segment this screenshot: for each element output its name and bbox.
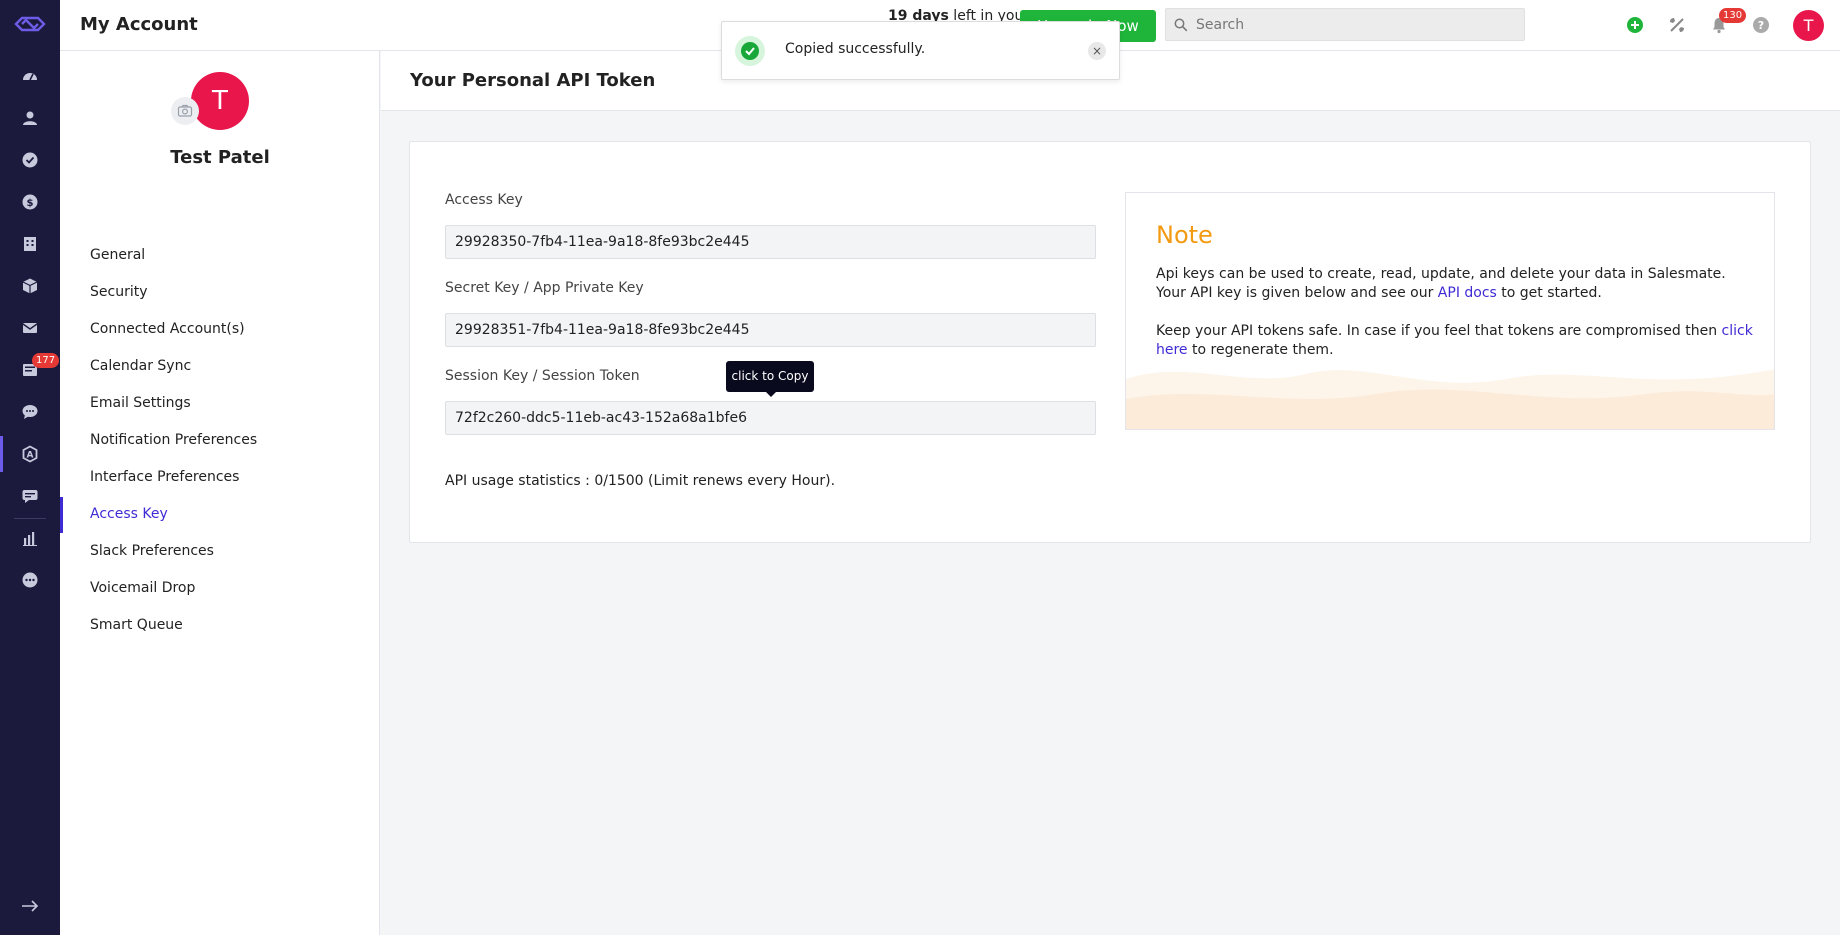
reports-icon[interactable] <box>18 526 42 550</box>
user-avatar[interactable]: T <box>1793 10 1824 41</box>
search-input[interactable] <box>1196 9 1516 40</box>
sidebar-item-connected-accounts[interactable]: Connected Account(s) <box>90 321 245 337</box>
products-icon[interactable] <box>18 274 42 298</box>
toast-notification: Copied successfully. × <box>721 21 1120 80</box>
svg-text:A: A <box>27 451 34 461</box>
note-p2-text: Keep your API tokens safe. In case if yo… <box>1156 323 1722 339</box>
session-key-label: Session Key / Session Token <box>445 368 640 384</box>
rail-active-indicator <box>0 436 3 472</box>
toast-message: Copied successfully. <box>785 41 926 57</box>
notification-badge: 130 <box>1719 8 1747 23</box>
note-title: Note <box>1156 221 1213 249</box>
more-icon[interactable] <box>18 568 42 592</box>
sidebar-item-security[interactable]: Security <box>90 284 148 300</box>
left-rail: $ 177 A <box>0 0 60 935</box>
deals-icon[interactable]: $ <box>18 190 42 214</box>
sidebar-item-interface-preferences[interactable]: Interface Preferences <box>90 469 239 485</box>
svg-text:?: ? <box>1758 19 1764 32</box>
expand-sidebar-icon[interactable] <box>18 894 42 918</box>
help-icon[interactable]: ? <box>1751 15 1771 35</box>
profile-name: Test Patel <box>170 147 270 168</box>
sidebar-item-access-key[interactable]: Access Key <box>90 506 168 522</box>
search-icon <box>1174 18 1188 32</box>
secret-key-field[interactable]: 29928351-7fb4-11ea-9a18-8fe93bc2e445 <box>445 313 1096 347</box>
profile-avatar: T <box>191 72 249 130</box>
active-indicator <box>60 497 63 533</box>
api-usage-stats: API usage statistics : 0/1500 (Limit ren… <box>445 473 836 489</box>
note-paragraph-2: Keep your API tokens safe. In case if yo… <box>1156 322 1756 360</box>
tasks-icon[interactable] <box>18 148 42 172</box>
automation-icon[interactable]: A <box>18 442 42 466</box>
toast-close-icon[interactable]: × <box>1088 42 1106 60</box>
messages-icon[interactable] <box>18 484 42 508</box>
email-icon[interactable] <box>18 316 42 340</box>
dashboard-icon[interactable] <box>18 64 42 88</box>
access-key-label: Access Key <box>445 192 523 208</box>
note-paragraph-1: Api keys can be used to create, read, up… <box>1156 265 1756 303</box>
sidebar-item-smart-queue[interactable]: Smart Queue <box>90 617 183 633</box>
copy-tooltip: click to Copy <box>726 361 814 397</box>
dialer-icon[interactable] <box>1667 15 1687 35</box>
success-icon <box>735 36 765 66</box>
secret-key-label: Secret Key / App Private Key <box>445 280 644 296</box>
sidebar-item-slack-preferences[interactable]: Slack Preferences <box>90 543 214 559</box>
sidebar-item-voicemail-drop[interactable]: Voicemail Drop <box>90 580 195 596</box>
note-p1-text-end: to get started. <box>1496 285 1602 301</box>
sidebar-item-notification-preferences[interactable]: Notification Preferences <box>90 432 257 448</box>
api-token-card: Access Key 29928350-7fb4-11ea-9a18-8fe93… <box>409 141 1811 543</box>
settings-sidebar: T Test Patel General Security Connected … <box>60 51 380 935</box>
note-panel: Note Api keys can be used to create, rea… <box>1125 192 1775 430</box>
search-box[interactable] <box>1165 8 1525 41</box>
rail-divider <box>14 518 46 519</box>
session-key-field[interactable]: 72f2c260-ddc5-11eb-ac43-152a68a1bfe6 <box>445 401 1096 435</box>
api-docs-link[interactable]: API docs <box>1438 285 1497 301</box>
section-heading: Your Personal API Token <box>410 70 656 91</box>
add-icon[interactable] <box>1625 15 1645 35</box>
access-key-field[interactable]: 29928350-7fb4-11ea-9a18-8fe93bc2e445 <box>445 225 1096 259</box>
sidebar-item-calendar-sync[interactable]: Calendar Sync <box>90 358 191 374</box>
sidebar-item-email-settings[interactable]: Email Settings <box>90 395 191 411</box>
contacts-icon[interactable] <box>18 106 42 130</box>
page-title: My Account <box>80 14 198 35</box>
companies-icon[interactable] <box>18 232 42 256</box>
salesmate-logo[interactable] <box>12 14 48 34</box>
svg-text:$: $ <box>27 198 34 209</box>
inbox-badge: 177 <box>32 353 60 368</box>
camera-icon[interactable] <box>171 97 199 125</box>
note-wave-decoration <box>1126 369 1774 429</box>
sidebar-item-general[interactable]: General <box>90 247 145 263</box>
chat-icon[interactable] <box>18 400 42 424</box>
note-p2-text-end: to regenerate them. <box>1187 342 1334 358</box>
